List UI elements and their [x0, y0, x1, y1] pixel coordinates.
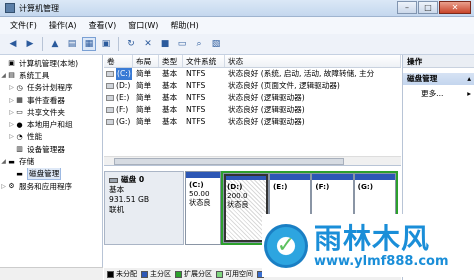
- tree-item-storage[interactable]: ◢ ▬ 存储: [0, 155, 102, 167]
- watermark-url: www.ylmf888.com: [314, 253, 449, 269]
- toolbar-separator: [42, 37, 43, 51]
- tree-item-services[interactable]: ▷ ⚙ 服务和应用程序: [0, 180, 102, 192]
- toolbar: ◀ ▶ ▲ ▤ ▦ ▣ ↻ ✕ ■ ▭ ⌕ ▧: [0, 34, 474, 55]
- tree-item-root[interactable]: ▣ 计算机管理(本地): [0, 57, 102, 69]
- drive-icon: [106, 95, 114, 101]
- tree-item-performance[interactable]: ▷ ◔ 性能: [0, 131, 102, 143]
- forward-icon[interactable]: ▶: [23, 37, 37, 51]
- col-type[interactable]: 类型: [159, 55, 183, 67]
- menu-help[interactable]: 帮助(H): [164, 20, 204, 31]
- refresh-icon[interactable]: ↻: [124, 37, 138, 51]
- legend-swatch: [107, 270, 114, 278]
- disk-0-label[interactable]: 磁盘 0 基本 931.51 GB 联机: [104, 171, 184, 245]
- storage-icon: ▬: [8, 157, 15, 166]
- title-bar: 计算机管理 – □ ✕: [0, 0, 474, 17]
- horizontal-scrollbar[interactable]: [104, 156, 401, 165]
- search-icon[interactable]: ⌕: [192, 37, 206, 51]
- computer-management-icon: [5, 3, 15, 13]
- ylmf-logo-icon: ✓: [264, 223, 308, 268]
- table-row[interactable]: (E:) 简单 基本 NTFS 状态良好 (逻辑驱动器): [104, 92, 401, 104]
- performance-icon: ◔: [16, 132, 23, 141]
- col-filesystem[interactable]: 文件系统: [183, 55, 225, 67]
- volume-table: 卷 布局 类型 文件系统 状态 (C:) 简单 基本 NTFS 状态良好 (系统…: [104, 55, 401, 166]
- tree-item-device-manager[interactable]: ▥ 设备管理器: [0, 143, 102, 155]
- actions-more[interactable]: 更多... ▸: [403, 88, 474, 100]
- properties-icon[interactable]: ▣: [99, 37, 113, 51]
- col-status[interactable]: 状态: [225, 55, 401, 67]
- drive-icon: [106, 83, 114, 89]
- users-icon: ●: [16, 120, 23, 129]
- menu-view[interactable]: 查看(V): [83, 20, 123, 31]
- actions-section-disk-management[interactable]: 磁盘管理 ▴: [403, 73, 474, 85]
- drive-icon: [106, 71, 114, 77]
- properties-sheet-icon[interactable]: ■: [158, 37, 172, 51]
- toolbar-separator: [118, 37, 119, 51]
- services-icon: ⚙: [8, 182, 15, 191]
- table-row[interactable]: (C:) 简单 基本 NTFS 状态良好 (系统, 启动, 活动, 故障转储, …: [104, 68, 401, 80]
- shared-folder-icon: ▭: [16, 108, 23, 117]
- up-folder-icon[interactable]: ▲: [48, 37, 62, 51]
- menu-file[interactable]: 文件(F): [4, 20, 43, 31]
- tree-item-local-users[interactable]: ▷ ● 本地用户和组: [0, 118, 102, 130]
- menu-window[interactable]: 窗口(W): [122, 20, 164, 31]
- legend-swatch: [216, 270, 223, 278]
- watermark: ✓ 雨林木风 www.ylmf888.com: [262, 214, 472, 277]
- tree-item-shared-folders[interactable]: ▷ ▭ 共享文件夹: [0, 106, 102, 118]
- table-header: 卷 布局 类型 文件系统 状态: [104, 55, 401, 68]
- tree-item-task-scheduler[interactable]: ▷ ◷ 任务计划程序: [0, 82, 102, 94]
- disk-icon: [109, 177, 118, 183]
- col-volume[interactable]: 卷: [104, 55, 133, 67]
- open-folder-icon[interactable]: ▭: [175, 37, 189, 51]
- submenu-arrow-icon: ▸: [467, 89, 471, 98]
- computer-icon: ▣: [8, 59, 15, 68]
- menu-bar: 文件(F) 操作(A) 查看(V) 窗口(W) 帮助(H): [0, 17, 474, 34]
- list-view-icon[interactable]: ▦: [82, 37, 96, 51]
- back-icon[interactable]: ◀: [6, 37, 20, 51]
- show-hide-tree-icon[interactable]: ▤: [65, 37, 79, 51]
- watermark-title: 雨林木风: [314, 221, 431, 255]
- event-viewer-icon: ▦: [16, 96, 23, 105]
- actions-header: 操作: [403, 55, 474, 68]
- menu-action[interactable]: 操作(A): [43, 20, 83, 31]
- navigation-tree: ▣ 计算机管理(本地) ◢ ▤ 系统工具 ▷ ◷ 任务计划程序 ▷ ▦ 事件查看器 ▷ ▭ 共享文…: [0, 55, 103, 267]
- close-button[interactable]: ✕: [439, 1, 471, 14]
- collapse-arrow-icon: ▴: [467, 74, 471, 83]
- device-manager-icon: ▥: [16, 145, 23, 154]
- tree-item-event-viewer[interactable]: ▷ ▦ 事件查看器: [0, 94, 102, 106]
- delete-icon[interactable]: ✕: [141, 37, 155, 51]
- partition-c[interactable]: (C:) 50.00 状态良: [185, 171, 221, 245]
- maximize-button[interactable]: □: [418, 1, 438, 14]
- toolbox-icon: ▤: [8, 71, 15, 80]
- drive-icon: [106, 119, 114, 125]
- scrollbar-thumb[interactable]: [114, 158, 344, 165]
- drive-icon: [106, 107, 114, 113]
- legend-swatch: [141, 270, 148, 278]
- tree-item-disk-management[interactable]: ▬ 磁盘管理: [0, 167, 102, 180]
- col-layout[interactable]: 布局: [133, 55, 159, 67]
- minimize-button[interactable]: –: [397, 1, 417, 14]
- tree-item-system-tools[interactable]: ◢ ▤ 系统工具: [0, 69, 102, 81]
- status-bar: [0, 267, 103, 280]
- clock-icon: ◷: [16, 83, 23, 92]
- window-title: 计算机管理: [19, 3, 59, 13]
- legend-swatch: [175, 270, 182, 278]
- table-row[interactable]: (G:) 简单 基本 NTFS 状态良好 (逻辑驱动器): [104, 116, 401, 128]
- table-row[interactable]: (F:) 简单 基本 NTFS 状态良好 (逻辑驱动器): [104, 104, 401, 116]
- table-row[interactable]: (D:) 简单 基本 NTFS 状态良好 (页面文件, 逻辑驱动器): [104, 80, 401, 92]
- disk-icon: ▬: [16, 169, 23, 178]
- export-icon[interactable]: ▧: [209, 37, 223, 51]
